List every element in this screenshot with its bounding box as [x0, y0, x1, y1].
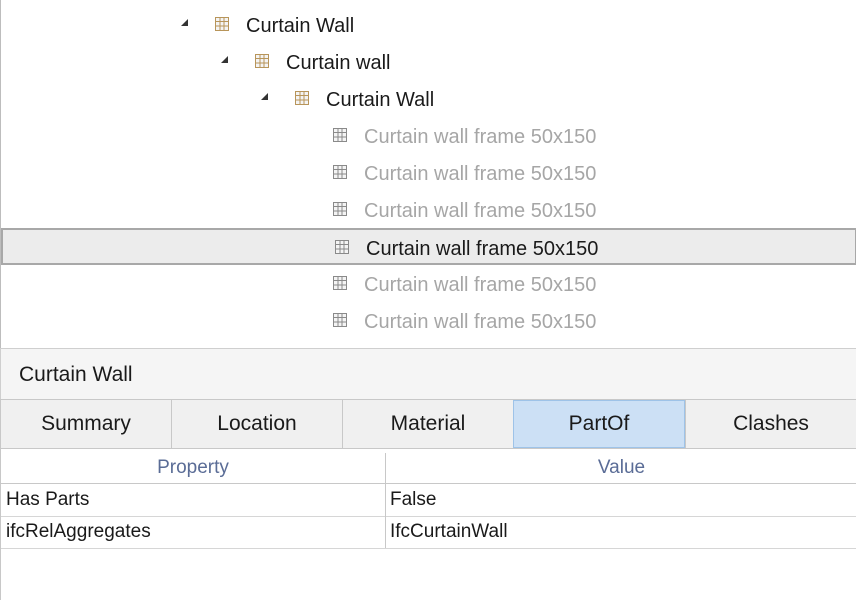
tree-node[interactable]: Curtain Wall — [1, 7, 856, 44]
curtain-wall-frame-icon — [333, 165, 347, 179]
curtain-wall-frame-icon — [333, 313, 347, 327]
table-row[interactable]: ifcRelAggregates IfcCurtainWall — [1, 516, 856, 549]
tree-node-label: Curtain wall frame 50x150 — [364, 200, 597, 222]
curtain-wall-frame-icon — [333, 276, 347, 290]
tree-view[interactable]: Curtain Wall Curtain wall Curtain Wall Curt… — [0, 0, 856, 348]
tree-node[interactable]: Curtain wall — [1, 44, 856, 81]
curtain-wall-frame-icon — [335, 240, 349, 254]
properties-title: Curtain Wall — [19, 363, 133, 386]
curtain-wall-icon — [255, 54, 269, 68]
expand-toggle-icon[interactable] — [221, 56, 228, 63]
tree-node-label: Curtain wall frame 50x150 — [364, 126, 597, 148]
tree-node[interactable]: Curtain wall frame 50x150 — [1, 266, 856, 303]
tree-node-label: Curtain wall — [286, 52, 391, 74]
curtain-wall-icon — [215, 17, 229, 31]
tab-partof[interactable]: PartOf — [513, 400, 685, 448]
property-cell: ifcRelAggregates — [6, 521, 151, 542]
value-cell: IfcCurtainWall — [390, 521, 508, 542]
tab-clashes[interactable]: Clashes — [685, 400, 856, 448]
value-cell: False — [390, 489, 437, 510]
properties-title-bar: Curtain Wall — [0, 349, 856, 399]
tab-location[interactable]: Location — [171, 400, 342, 448]
expand-toggle-icon[interactable] — [261, 93, 268, 100]
column-header-value[interactable]: Value — [386, 453, 856, 483]
tree-node[interactable]: Curtain wall frame 50x150 — [1, 303, 856, 340]
curtain-wall-frame-icon — [333, 128, 347, 142]
grid-header: Property Value — [1, 453, 856, 484]
curtain-wall-frame-icon — [333, 202, 347, 216]
curtain-wall-icon — [295, 91, 309, 105]
properties-grid: Property Value Has Parts False ifcRelAgg… — [0, 449, 856, 600]
expand-toggle-icon[interactable] — [181, 19, 188, 26]
properties-tabs: Summary Location Material PartOf Clashes — [0, 399, 856, 449]
tree-node[interactable]: Curtain wall frame 50x150 — [1, 118, 856, 155]
property-cell: Has Parts — [6, 489, 90, 510]
tree-node-label: Curtain wall frame 50x150 — [364, 311, 597, 333]
tab-material[interactable]: Material — [342, 400, 513, 448]
table-row[interactable]: Has Parts False — [1, 484, 856, 517]
tree-node-label: Curtain Wall — [326, 89, 435, 111]
tree-node[interactable]: Curtain wall frame 50x150 — [1, 192, 856, 229]
tree-node[interactable]: Curtain Wall — [1, 81, 856, 118]
tree-node-label: Curtain wall frame 50x150 — [366, 238, 599, 260]
column-header-property[interactable]: Property — [1, 453, 386, 483]
tree-node[interactable]: Curtain wall frame 50x150 — [1, 155, 856, 192]
tree-node-label: Curtain wall frame 50x150 — [364, 163, 597, 185]
tree-node[interactable]: Curtain wall frame 50x150 — [1, 228, 856, 265]
tree-node-label: Curtain Wall — [246, 15, 355, 37]
tree-node-label: Curtain wall frame 50x150 — [364, 274, 597, 296]
tab-summary[interactable]: Summary — [0, 400, 171, 448]
